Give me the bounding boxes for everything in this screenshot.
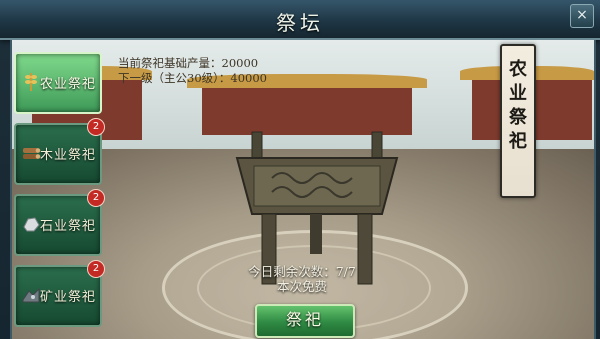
category-banner: 农业祭祀 [500,44,536,198]
close-button[interactable]: × [570,4,594,28]
banner-char: 业 [509,83,527,104]
next-level-label: 下一级（主公30级）： [118,71,231,85]
tab-wood-label: 木业祭祀 [40,148,97,163]
palace-center [202,80,412,135]
tab-mining[interactable]: 矿业祭祀 2 [14,260,105,327]
banner-char: 农 [509,59,527,80]
tab-agriculture[interactable]: 农业祭祀 [14,52,102,114]
tab-stone-badge: 2 [87,189,105,207]
tab-wood[interactable]: 木业祭祀 2 [14,118,105,185]
output-info: 当前祭祀基础产量：20000 下一级（主公30级）：40000 [118,56,267,86]
base-output-value: 20000 [221,56,259,70]
sacrifice-counts: 今日剩余次数：7/7 本次免费 [232,264,372,294]
next-level-value: 40000 [230,71,267,85]
banner-text: 农业祭祀 [502,58,534,154]
base-output-label: 当前祭祀基础产量： [118,56,222,70]
tab-agriculture-label: 农业祭祀 [40,77,97,92]
tab-mining-label: 矿业祭祀 [40,290,97,305]
altar-window: 祭坛 × 农业祭祀 木业祭祀 2 石业祭祀 2 矿业祭祀 2 当前祭祀基础产量：… [0,0,600,339]
tab-wood-badge: 2 [87,118,105,136]
sacrifice-tabs: 农业祭祀 木业祭祀 2 石业祭祀 2 矿业祭祀 2 [14,52,105,336]
cost-text: 本次免费 [276,279,327,294]
next-level-line: 下一级（主公30级）：40000 [118,71,267,86]
banner-char: 祀 [509,131,527,152]
tab-mining-badge: 2 [87,260,105,278]
base-output-line: 当前祭祀基础产量：20000 [118,56,267,71]
wheat-icon [25,73,37,91]
sacrifice-button[interactable]: 祭祀 [255,304,355,338]
stone-icon [23,217,40,232]
tab-stone-label: 石业祭祀 [40,219,97,234]
remaining-count: 今日剩余次数：7/7 [248,264,356,279]
banner-char: 祭 [509,107,527,128]
logs-icon [23,148,41,159]
title-bar: 祭坛 × [0,0,600,40]
ore-icon [22,287,40,303]
tab-stone[interactable]: 石业祭祀 2 [14,189,105,256]
window-title: 祭坛 [276,11,324,35]
